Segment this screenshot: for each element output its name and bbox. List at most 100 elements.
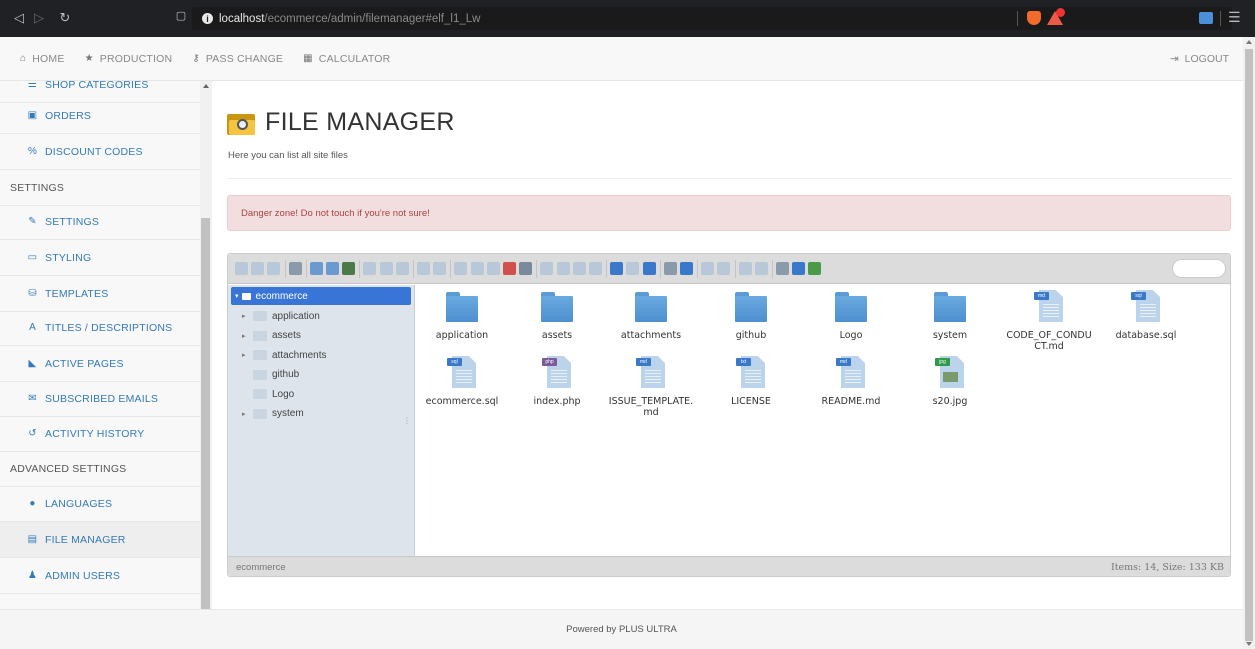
select-invert-icon[interactable] [754,262,768,275]
brave-shield-icon[interactable] [1027,11,1041,25]
file-item[interactable]: php index.php [514,356,600,407]
logout-icon: ⇥ [1169,52,1179,65]
sidebar-item-admin-users[interactable]: ♟ ADMIN USERS [0,558,200,594]
rename-icon[interactable] [556,262,570,275]
file-item[interactable]: md ISSUE_TEMPLATE.md [608,356,694,418]
resize-handle[interactable]: ⋮ [403,416,411,425]
logout-link[interactable]: ⇥ LOGOUT [1170,53,1229,65]
file-item[interactable]: Logo [808,290,894,341]
delete-icon[interactable] [503,262,516,275]
resize-icon[interactable] [589,262,602,275]
upload-icon[interactable] [642,262,656,275]
scroll-up-arrow[interactable] [1246,40,1252,44]
info-icon[interactable] [363,262,377,275]
tree-item-logo[interactable]: Logo [242,385,294,403]
sidebar-item-discount-codes[interactable]: % DISCOUNT CODES [0,134,200,170]
forward-icon[interactable] [251,262,265,275]
sidebar-item-active-pages[interactable]: ◣ ACTIVE PAGES [0,346,200,382]
sidebar-item-subscribed-emails[interactable]: ✉ SUBSCRIBED EMAILS [0,381,200,417]
file-item[interactable]: application [419,290,505,341]
nav-calculator[interactable]: ▦ CALCULATOR [303,53,390,65]
sidebar-item-activity-history[interactable]: ↺ ACTIVITY HISTORY [0,416,200,452]
sidebar-item-orders[interactable]: ▣ ORDERS [0,98,200,134]
folder-icon [253,408,267,419]
sidebar-item-languages[interactable]: ● LANGUAGES [0,486,200,522]
page-scrollbar-thumb[interactable] [1245,49,1253,641]
file-item[interactable]: attachments [608,290,694,341]
redo-icon[interactable] [433,262,447,275]
sidebar-item-label: TITLES / DESCRIPTIONS [45,321,173,334]
file-item[interactable]: github [708,290,794,341]
bookmark-icon[interactable]: ▢ [170,9,192,22]
empty-icon[interactable] [519,262,533,275]
file-item[interactable]: sql database.sql [1103,290,1189,341]
download-icon[interactable] [326,262,339,275]
page-scrollbar[interactable] [1243,37,1255,649]
open-icon[interactable] [309,262,323,275]
back-icon[interactable] [235,262,248,275]
status-path: ecommerce [236,562,286,573]
tree-item-system[interactable]: ▸ system [242,405,304,423]
view-icon[interactable] [663,262,677,275]
file-item[interactable]: assets [514,290,600,341]
scroll-up-arrow[interactable] [203,84,209,88]
sidebar-scrollbar-thumb[interactable] [201,218,210,609]
back-icon[interactable]: ◁ [8,10,30,26]
quicklook-icon[interactable] [379,262,393,275]
cut-icon[interactable] [470,262,484,275]
reload-icon[interactable]: ↻ [54,10,76,26]
menu-icon[interactable]: ☰ [1228,9,1241,26]
sidebar-item-styling[interactable]: ▭ STYLING [0,240,200,276]
tree-item-attachments[interactable]: ▸ attachments [242,346,326,364]
file-item[interactable]: jpg s20.jpg [907,356,993,407]
expand-arrow-icon[interactable]: ▸ [242,332,251,340]
tree-item-assets[interactable]: ▸ assets [242,327,301,345]
undo-icon[interactable] [417,262,430,275]
archive-icon[interactable] [626,262,640,275]
file-item[interactable]: md CODE_OF_CONDUCT.md [1006,290,1092,352]
paste-icon[interactable] [486,262,500,275]
address-bar[interactable]: i localhost/ecommerce/admin/filemanager#… [192,7,1232,30]
places-icon[interactable] [680,262,693,275]
expand-arrow-icon[interactable]: ▸ [242,312,251,320]
file-item[interactable]: md README.md [808,356,894,407]
file-item[interactable]: system [907,290,993,341]
nav-home[interactable]: ⌂ HOME [20,53,65,65]
file-type-badge: jpg [935,358,950,366]
save-icon[interactable] [342,262,356,275]
help-icon[interactable] [792,262,806,275]
elfinder-search-input[interactable] [1172,259,1226,278]
nav-pass-change[interactable]: ⚷ PASS CHANGE [192,53,283,65]
home-icon[interactable] [267,262,281,275]
info-icon[interactable]: i [202,13,213,24]
extract-icon[interactable] [610,262,624,275]
duplicate-icon[interactable] [540,262,554,275]
nav-production[interactable]: ★ PRODUCTION [85,53,173,65]
file-item[interactable]: txt LICENSE [708,356,794,407]
sidebar-item-file-manager[interactable]: ▤ FILE MANAGER [0,522,200,558]
extension-icon[interactable] [1199,12,1213,24]
scroll-down-arrow[interactable] [1246,642,1252,646]
sort-icon[interactable] [701,262,715,275]
getfile-icon[interactable] [395,262,409,275]
tree-item-application[interactable]: ▸ application [242,307,320,325]
expand-arrow-icon[interactable]: ▸ [242,410,251,418]
preferences-icon[interactable] [776,262,789,275]
reload-icon[interactable] [288,262,302,275]
file-item[interactable]: sql ecommerce.sql [419,356,505,407]
edit-icon[interactable] [572,262,586,275]
forward-icon[interactable]: ▷ [28,10,50,26]
select-all-icon[interactable] [717,262,731,275]
sidebar-item-settings[interactable]: ✎ SETTINGS [0,204,200,240]
image-file-icon: jpg [933,356,967,390]
sidebar-item-label: ADVANCED SETTINGS [10,462,127,475]
fullscreen-icon[interactable] [808,262,822,275]
copy-icon[interactable] [454,262,468,275]
sidebar-item-titles-descriptions[interactable]: A TITLES / DESCRIPTIONS [0,310,200,346]
tree-item-github[interactable]: github [242,366,299,384]
sidebar-item-templates[interactable]: ⛁ TEMPLATES [0,276,200,312]
tree-root[interactable]: ▾ ecommerce [231,287,411,305]
collapse-arrow-icon[interactable]: ▾ [235,292,239,300]
select-none-icon[interactable] [738,262,752,275]
expand-arrow-icon[interactable]: ▸ [242,351,251,359]
